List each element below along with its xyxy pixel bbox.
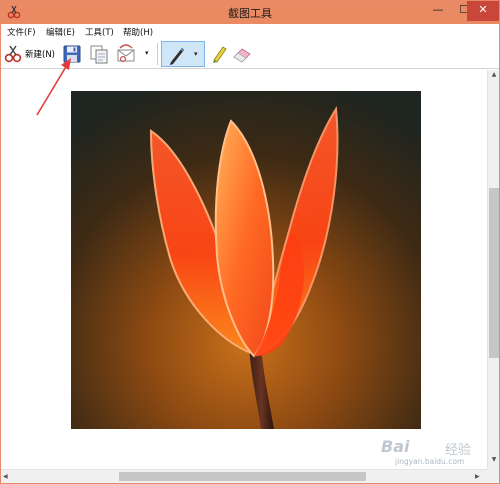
vertical-scrollbar[interactable]: ▲ ▼	[487, 70, 499, 469]
vertical-scroll-thumb[interactable]	[489, 188, 499, 358]
pen-icon	[170, 48, 184, 65]
watermark-url: jingyan.baidu.com	[395, 457, 465, 466]
close-button[interactable]: ✕	[467, 1, 499, 21]
toolbar-separator	[157, 43, 158, 65]
pen-tool-button[interactable]: ▾	[161, 41, 205, 67]
captured-tulip-image	[71, 91, 421, 429]
toolbar: 新建(N) ▾ ▾	[1, 39, 499, 69]
watermark-brand: Bai	[381, 437, 410, 456]
highlighter-icon[interactable]	[208, 43, 230, 65]
copy-icon[interactable]	[88, 43, 110, 65]
scroll-left-arrow-icon[interactable]: ◀	[3, 471, 13, 483]
baidu-jingyan-watermark: Bai 经验 jingyan.baidu.com	[381, 431, 499, 471]
send-dropdown-icon[interactable]: ▾	[145, 49, 153, 57]
menu-edit[interactable]: 编辑(E)	[46, 26, 75, 38]
new-snip-button[interactable]: 新建(N)	[3, 44, 57, 64]
menu-file[interactable]: 文件(F)	[7, 26, 36, 38]
new-snip-label: 新建(N)	[25, 50, 55, 60]
eraser-icon[interactable]	[231, 43, 253, 65]
floppy-save-icon[interactable]	[61, 43, 83, 65]
scrollbar-corner	[487, 469, 499, 483]
minimize-button[interactable]: —	[424, 1, 452, 21]
scissors-new-icon	[4, 45, 22, 63]
watermark-brand-cn: 经验	[445, 443, 472, 458]
send-email-icon[interactable]	[115, 43, 137, 65]
horizontal-scrollbar[interactable]: ◀ ▶	[1, 469, 487, 483]
snipping-tool-window: 截图工具 — ☐ ✕ 文件(F) 编辑(E) 工具(T) 帮助(H) 新建(N)	[0, 0, 500, 484]
horizontal-scroll-thumb[interactable]	[119, 472, 366, 481]
menu-bar: 文件(F) 编辑(E) 工具(T) 帮助(H)	[1, 24, 499, 39]
menu-help[interactable]: 帮助(H)	[123, 26, 153, 38]
scroll-right-arrow-icon[interactable]: ▶	[475, 471, 485, 483]
snip-canvas	[1, 70, 487, 469]
title-bar[interactable]: 截图工具 — ☐ ✕	[1, 1, 499, 24]
menu-tools[interactable]: 工具(T)	[85, 26, 114, 38]
scroll-up-arrow-icon[interactable]: ▲	[488, 71, 499, 81]
pen-dropdown-icon[interactable]: ▾	[194, 50, 198, 58]
